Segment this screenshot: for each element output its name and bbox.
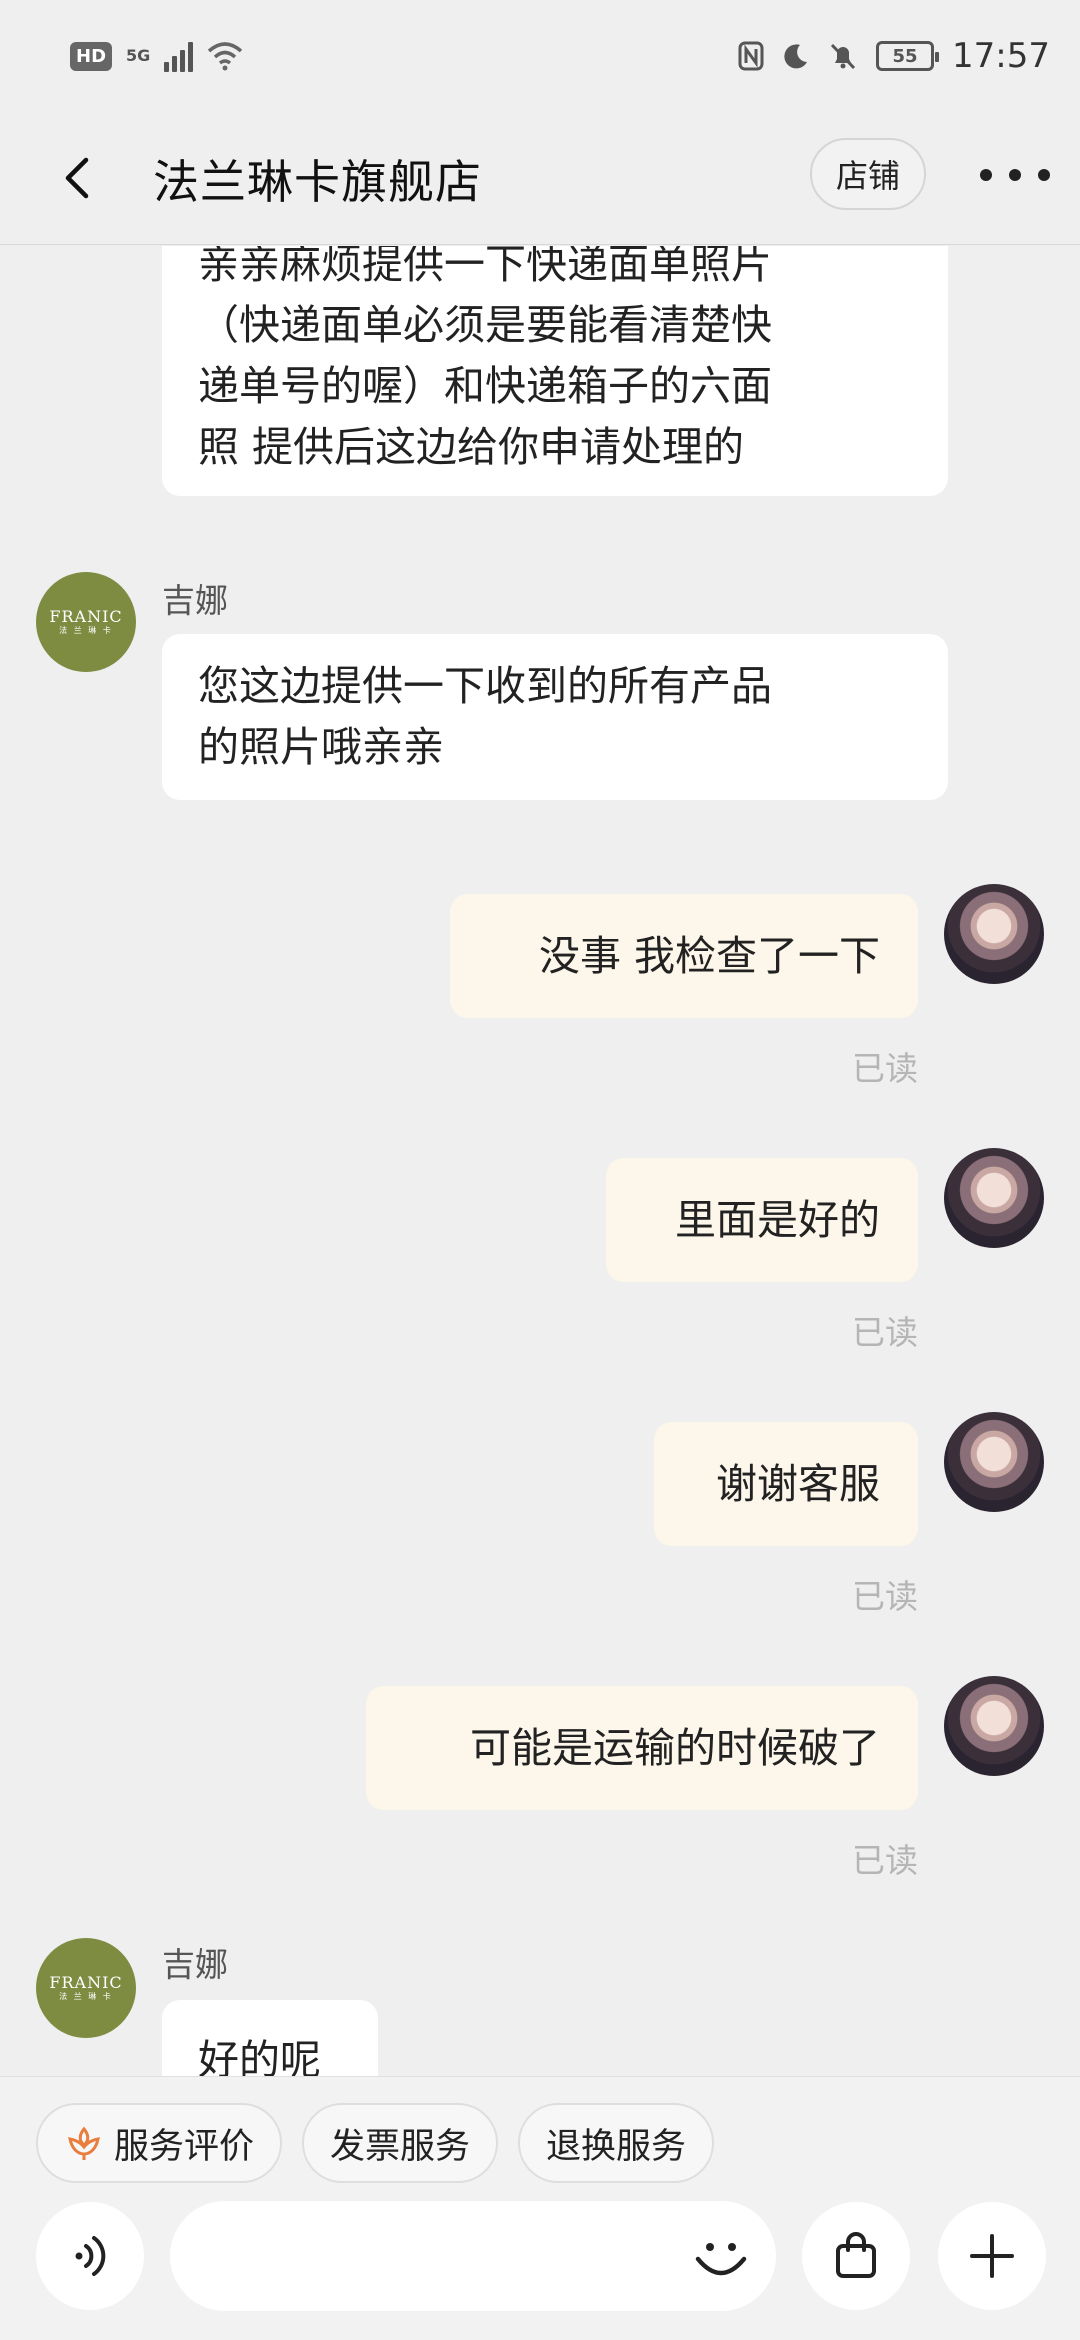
message-line: 的照片哦亲亲 xyxy=(198,723,444,771)
message-text: 里面是好的 xyxy=(675,1195,880,1244)
smile-icon xyxy=(695,2243,747,2276)
chip-label: 发票服务 xyxy=(330,2126,471,2167)
avatar-logo-text: FRANIC xyxy=(49,607,123,626)
message-text: 没事 我检查了一下 xyxy=(538,931,880,980)
bottom-toolbar: 服务评价 发票服务 退换服务 xyxy=(0,2076,1080,2340)
more-actions-button[interactable] xyxy=(938,2202,1046,2310)
chip-label: 退换服务 xyxy=(546,2126,687,2167)
incoming-message-bubble[interactable]: 您这边提供一下收到的所有产品 的照片哦亲亲 xyxy=(162,634,948,800)
status-bar: HD 5G 55 17:57 xyxy=(0,0,1080,120)
read-status: 已读 xyxy=(852,1577,918,1616)
shopping-bag-icon xyxy=(836,2232,876,2278)
battery-icon: 55 xyxy=(876,41,940,71)
message-list[interactable]: 亲亲麻烦提供一下快递面单照片 （快递面单必须是要能看清楚快 递单号的喔）和快递箱… xyxy=(0,246,1080,2076)
outgoing-message-bubble[interactable]: 没事 我检查了一下 xyxy=(450,894,918,1018)
product-button[interactable] xyxy=(802,2202,910,2310)
agent-avatar[interactable]: FRANIC 法 兰 琳 卡 xyxy=(36,1938,136,2038)
network-type: 5G xyxy=(126,46,151,65)
return-exchange-button[interactable]: 退换服务 xyxy=(518,2103,715,2183)
sender-name: 吉娜 xyxy=(162,1945,228,1984)
emoji-button[interactable] xyxy=(686,2223,756,2293)
back-button[interactable] xyxy=(50,148,110,208)
avatar-logo-text: FRANIC xyxy=(49,1973,123,1992)
user-avatar[interactable] xyxy=(944,1412,1044,1512)
wifi-icon xyxy=(207,41,243,71)
hd-badge: HD xyxy=(70,41,113,71)
bell-off-icon xyxy=(828,41,858,71)
input-row xyxy=(36,2201,1046,2311)
message-line: 照 提供后这边给你申请处理的 xyxy=(198,423,745,471)
moon-icon xyxy=(782,42,810,70)
quick-action-bar: 服务评价 发票服务 退换服务 xyxy=(36,2103,715,2183)
chat-header: 法兰琳卡旗舰店 店铺 xyxy=(0,120,1080,245)
dot-icon xyxy=(1038,169,1050,181)
voice-button[interactable] xyxy=(36,2202,144,2310)
user-avatar[interactable] xyxy=(944,1676,1044,1776)
user-avatar[interactable] xyxy=(944,884,1044,984)
message-line: 亲亲麻烦提供一下快递面单照片 xyxy=(198,246,772,288)
dot-icon xyxy=(1009,169,1021,181)
incoming-message-bubble[interactable]: 好的呢 xyxy=(162,2000,378,2076)
dot-icon xyxy=(980,169,992,181)
voice-icon xyxy=(75,2236,106,2276)
sender-name: 吉娜 xyxy=(162,581,228,620)
agent-avatar[interactable]: FRANIC 法 兰 琳 卡 xyxy=(36,572,136,672)
signal-icon xyxy=(164,40,194,72)
message-text: 可能是运输的时候破了 xyxy=(470,1723,880,1772)
message-line: 递单号的喔）和快递箱子的六面 xyxy=(198,362,772,410)
chip-label: 服务评价 xyxy=(114,2126,255,2167)
more-options-button[interactable] xyxy=(980,150,1050,200)
outgoing-message-bubble[interactable]: 里面是好的 xyxy=(606,1158,918,1282)
outgoing-message-bubble[interactable]: 可能是运输的时候破了 xyxy=(366,1686,918,1810)
read-status: 已读 xyxy=(852,1313,918,1352)
message-line: 您这边提供一下收到的所有产品 xyxy=(198,662,772,710)
message-text: 谢谢客服 xyxy=(716,1459,880,1508)
read-status: 已读 xyxy=(852,1049,918,1088)
avatar-logo-subtext: 法 兰 琳 卡 xyxy=(59,626,113,635)
service-rating-button[interactable]: 服务评价 xyxy=(36,2103,283,2183)
incoming-message-bubble[interactable]: 亲亲麻烦提供一下快递面单照片 （快递面单必须是要能看清楚快 递单号的喔）和快递箱… xyxy=(162,246,948,496)
plus-icon xyxy=(970,2234,1014,2278)
page-title: 法兰琳卡旗舰店 xyxy=(153,155,482,209)
user-avatar[interactable] xyxy=(944,1148,1044,1248)
message-text: 好的呢 xyxy=(198,2036,321,2076)
nfc-icon xyxy=(738,41,764,71)
invoice-service-button[interactable]: 发票服务 xyxy=(302,2103,499,2183)
read-status: 已读 xyxy=(852,1841,918,1880)
avatar-logo-subtext: 法 兰 琳 卡 xyxy=(59,1992,113,2001)
store-button[interactable]: 店铺 xyxy=(810,138,926,210)
chevron-left-icon xyxy=(65,157,89,199)
outgoing-message-bubble[interactable]: 谢谢客服 xyxy=(654,1422,918,1546)
message-line: （快递面单必须是要能看清楚快 xyxy=(198,301,772,349)
flower-icon xyxy=(68,2126,100,2160)
status-time: 17:57 xyxy=(952,36,1050,76)
